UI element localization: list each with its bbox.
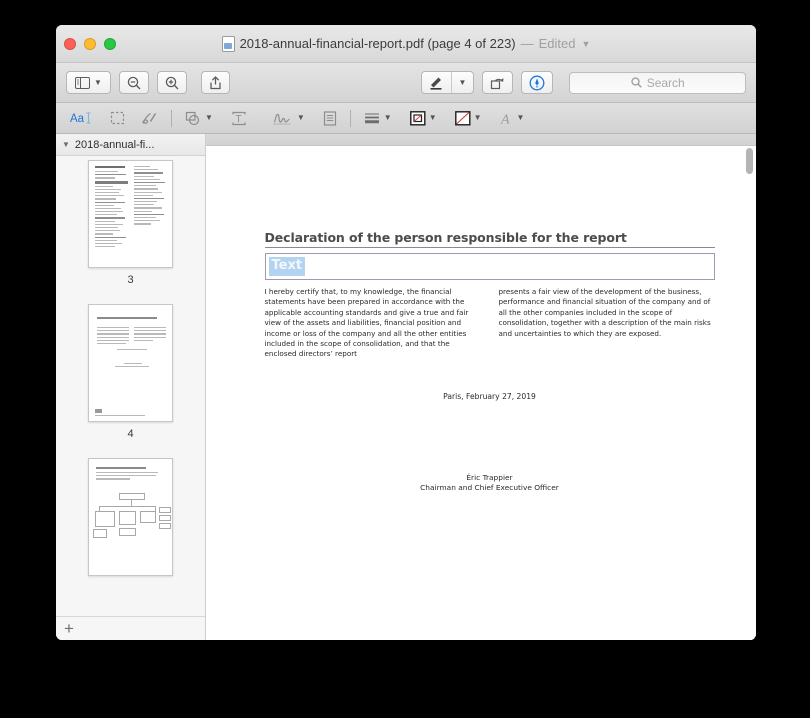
text-box-tool[interactable]: T ▼ [227,106,262,130]
search-placeholder: Search [646,75,685,90]
rotate-button[interactable] [482,71,514,94]
document-view[interactable]: Declaration of the person responsible fo… [206,134,756,640]
thumbnail-sidebar: ▼ 2018-annual-fi... 3 4 + [56,134,206,640]
rectangular-selection-tool[interactable] [106,106,129,130]
body-columns: I hereby certify that, to my knowledge, … [265,287,715,360]
sidebar-icon [75,76,90,89]
pdf-document-icon [221,35,235,52]
signature-block: Éric Trappier Chairman and Chief Executi… [265,473,715,494]
chevron-down-icon[interactable]: ▼ [62,140,70,149]
vertical-scrollbar[interactable] [745,148,754,640]
line-style-tool[interactable]: ▼ [360,106,396,130]
chevron-down-icon: ▼ [296,113,305,122]
zoom-in-icon [165,76,179,90]
page-thumbnail-4[interactable] [88,304,173,422]
text-selection-tool[interactable]: Aa [66,106,98,130]
chevron-down-icon: ▼ [428,113,437,122]
close-window-button[interactable] [64,38,76,50]
zoom-out-icon [127,76,141,90]
chevron-down-icon: ▼ [205,113,213,122]
markup-pen-button[interactable] [422,72,451,93]
thumbnail-item[interactable] [56,458,205,600]
column-left-paragraph: I hereby certify that, to my knowledge, … [264,287,469,359]
pdf-page[interactable]: Declaration of the person responsible fo… [208,147,754,640]
chevron-down-icon: ▼ [473,113,482,122]
markup-pen-icon [429,76,444,90]
declaration-heading: Declaration of the person responsible fo… [264,230,715,248]
note-tool[interactable] [319,106,341,130]
page-thumbnail-3[interactable] [88,160,173,268]
share-icon [209,75,222,90]
chevron-down-icon: ▼ [458,77,467,87]
zoom-out-button[interactable] [118,71,149,94]
sidebar-toggle-button[interactable]: ▼ [66,71,111,94]
traffic-light-group [64,25,116,63]
markup-tool-group: ▼ [420,71,475,94]
place-and-date: Paris, February 27, 2019 [443,391,536,401]
edited-status: Edited [538,36,576,51]
svg-text:A: A [500,112,510,126]
sidebar-document-title: 2018-annual-fi... [74,138,155,151]
add-page-button[interactable]: + [64,620,74,637]
sidebar-header[interactable]: ▼ 2018-annual-fi... [56,134,205,156]
column-right: presents a fair view of the development … [499,287,715,360]
title-separator: — [520,36,534,51]
chevron-down-icon[interactable]: ▼ [582,39,591,49]
thumbnail-list[interactable]: 3 4 [56,156,205,616]
page-thumbnail-5[interactable] [88,458,173,576]
border-color-tool[interactable]: ▼ [406,106,441,130]
window-title: 2018-annual-financial-report.pdf (page 4… [239,36,516,51]
sketch-tool[interactable] [137,106,162,130]
thumbnail-item[interactable]: 4 [56,304,205,458]
toolbar-divider [171,109,172,127]
svg-text:Aa: Aa [70,113,85,125]
chevron-down-icon: ▼ [383,113,392,122]
document-top-band [206,134,756,146]
toolbar-divider [349,109,351,127]
signer-title: Chairman and Chief Executive Officer [420,483,559,493]
chevron-down-icon: ▼ [516,113,525,122]
thumbnail-item[interactable]: 3 [56,160,205,304]
main-toolbar: ▼ ▼ Search [56,63,756,103]
page-content: Declaration of the person responsible fo… [264,230,715,494]
text-annotation-box[interactable]: Text [264,253,715,280]
window-title-group: 2018-annual-financial-report.pdf (page 4… [56,35,756,52]
column-right-paragraph: presents a fair view of the development … [498,287,711,338]
fill-color-tool[interactable]: ▼ [451,106,486,130]
annotate-pen-circle-icon [529,75,545,91]
annotation-toolbar: Aa ▼ T ▼ ▼ ▼ ▼ A ▼ [56,103,756,134]
window-titlebar: 2018-annual-financial-report.pdf (page 4… [56,25,756,63]
scrollbar-thumb[interactable] [746,148,753,174]
annotate-toggle-button[interactable] [521,71,554,94]
signature-tool[interactable]: ▼ [268,106,309,130]
maximize-window-button[interactable] [104,38,116,50]
column-left: I hereby certify that, to my knowledge, … [265,287,481,360]
annotation-text-value[interactable]: Text [268,257,306,276]
markup-dropdown-button[interactable]: ▼ [450,72,474,93]
thumbnail-page-number: 4 [127,428,134,440]
share-button[interactable] [200,71,230,94]
sidebar-footer: + [56,616,205,640]
window-body: ▼ 2018-annual-fi... 3 4 + Declaration of… [56,134,756,640]
font-style-tool[interactable]: A ▼ [496,106,529,130]
rotate-icon [490,76,505,90]
minimize-window-button[interactable] [84,38,96,50]
search-icon [631,77,642,88]
signer-name: Éric Trappier [466,472,513,482]
preview-window: 2018-annual-financial-report.pdf (page 4… [56,25,756,640]
zoom-in-button[interactable] [156,71,187,94]
shapes-tool[interactable]: ▼ [181,106,217,130]
search-input[interactable]: Search [569,71,746,94]
chevron-down-icon: ▼ [94,77,102,87]
svg-text:T: T [235,114,241,125]
thumbnail-page-number: 3 [127,274,134,286]
